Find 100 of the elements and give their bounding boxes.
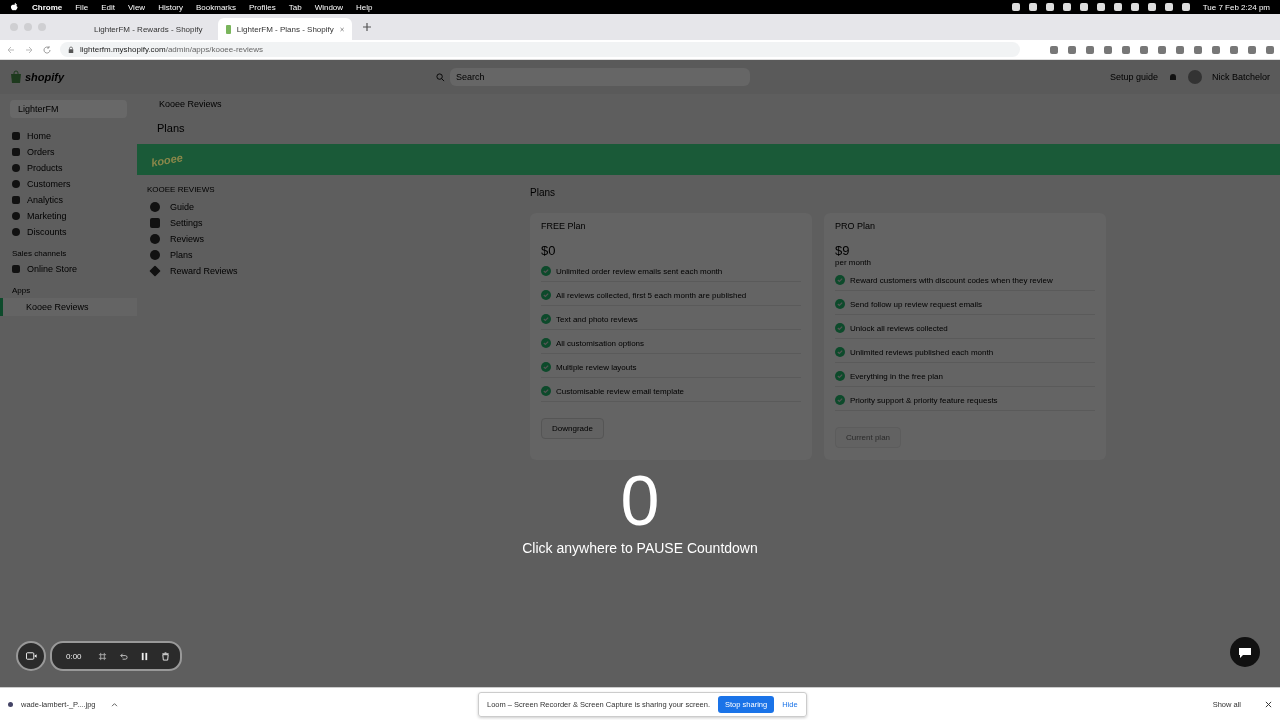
section-heading: Apps xyxy=(11,285,32,297)
menu-item[interactable]: History xyxy=(158,2,183,12)
sidebar-item[interactable]: Orders xyxy=(27,147,55,157)
feature-text: Send follow up review request emails xyxy=(850,299,983,309)
bell-icon[interactable] xyxy=(1167,72,1178,82)
extension-icon[interactable] xyxy=(1050,45,1058,54)
shopping-bag-icon xyxy=(10,70,22,84)
app-nav-item[interactable]: Settings xyxy=(170,218,203,228)
menu-item[interactable]: Edit xyxy=(101,2,115,12)
extension-icon[interactable] xyxy=(1248,45,1256,54)
store-selector[interactable]: LighterFM xyxy=(10,100,127,118)
feature-text: Unlock all reviews collected xyxy=(850,323,948,333)
check-icon xyxy=(835,299,845,309)
check-icon xyxy=(835,275,845,285)
sidebar-item[interactable]: Marketing xyxy=(27,211,67,221)
extension-icon[interactable] xyxy=(1212,45,1220,54)
trash-icon[interactable] xyxy=(160,651,170,661)
breadcrumb[interactable]: Kooee Reviews xyxy=(137,94,1280,114)
nav-icon xyxy=(149,265,161,277)
new-tab-icon[interactable] xyxy=(362,22,372,32)
plan-button[interactable]: Downgrade xyxy=(541,418,604,439)
extension-icon[interactable] xyxy=(1140,45,1148,54)
extension-icon[interactable] xyxy=(1158,45,1166,54)
extension-icon[interactable] xyxy=(1230,45,1238,54)
app-nav-item[interactable]: Reward Reviews xyxy=(170,266,238,276)
sidebar-item[interactable]: Home xyxy=(27,131,51,141)
camera-button[interactable] xyxy=(16,641,46,671)
browser-tab[interactable]: LighterFM - Plans - Shopify xyxy=(218,18,352,40)
app-nav-item[interactable]: Reviews xyxy=(170,234,204,244)
extension-icon[interactable] xyxy=(1086,45,1094,54)
extension-icon[interactable] xyxy=(1068,45,1076,54)
menu-item[interactable]: Profiles xyxy=(249,2,276,12)
extension-icon[interactable] xyxy=(1104,45,1112,54)
menu-clock: Tue 7 Feb 2:24 pm xyxy=(1202,2,1270,12)
search-field[interactable]: Search xyxy=(450,68,750,86)
price-period: per month xyxy=(835,258,873,267)
check-icon xyxy=(541,386,551,396)
feature-text: Text and photo reviews xyxy=(556,314,638,324)
plan-price: $0 xyxy=(541,243,557,258)
setup-guide-link[interactable]: Setup guide xyxy=(1109,72,1158,82)
plan-name: PRO Plan xyxy=(835,221,877,231)
menu-item[interactable]: Window xyxy=(314,2,344,12)
user-name[interactable]: Nick Batchelor xyxy=(1211,72,1270,82)
section-heading: Sales channels xyxy=(11,248,68,260)
grid-icon[interactable] xyxy=(97,651,107,661)
check-icon xyxy=(835,371,845,381)
extension-icon[interactable] xyxy=(1122,45,1130,54)
countdown-number: 0 xyxy=(620,466,660,536)
pause-icon[interactable] xyxy=(139,651,149,661)
search-icon xyxy=(436,72,445,82)
feature-text: Multiple review layouts xyxy=(556,362,637,372)
timer-text: 0:00 xyxy=(66,651,82,661)
feature-text: Priority support & priority feature requests xyxy=(850,395,998,405)
feature-text: Customisable review email template xyxy=(556,386,685,396)
extension-icon[interactable] xyxy=(1266,45,1274,54)
sidebar-item[interactable]: Analytics xyxy=(27,195,63,205)
app-nav-item[interactable]: Plans xyxy=(170,250,193,260)
store-icon xyxy=(12,265,20,273)
menu-item[interactable]: View xyxy=(127,2,146,12)
feature-text: All reviews collected, first 5 each month are published xyxy=(556,290,747,300)
menu-item[interactable]: File xyxy=(75,2,89,12)
menu-item[interactable]: Tab xyxy=(288,2,302,12)
banner-logo: kooee xyxy=(150,150,184,169)
check-icon xyxy=(541,266,551,276)
file-icon xyxy=(8,701,13,707)
apple-icon[interactable] xyxy=(10,1,19,13)
menu-item[interactable]: Help xyxy=(356,2,373,12)
undo-icon[interactable] xyxy=(118,651,128,661)
countdown-hint[interactable]: Click anywhere to PAUSE Countdown xyxy=(522,540,758,556)
extension-icon[interactable] xyxy=(1176,45,1184,54)
caret-icon[interactable] xyxy=(111,701,119,707)
feature-text: Unlimited order review emails sent each month xyxy=(556,266,723,276)
menu-item[interactable]: Bookmarks xyxy=(196,2,237,12)
menu-app-name[interactable]: Chrome xyxy=(32,2,63,12)
feature-text: All customisation options xyxy=(556,338,645,348)
plan-name: FREE Plan xyxy=(541,221,587,231)
close-icon[interactable] xyxy=(1265,700,1272,708)
check-icon xyxy=(541,362,551,372)
check-icon xyxy=(541,338,551,348)
chat-bubble-icon[interactable] xyxy=(1230,637,1260,667)
sidebar-item[interactable]: Online Store xyxy=(27,264,78,274)
check-icon xyxy=(835,395,845,405)
app-nav-heading: KOOEE REVIEWS xyxy=(147,185,216,194)
address-field[interactable]: lighterfm.myshopify.com/admin/apps/kooee-reviews xyxy=(60,42,1020,57)
reload-icon[interactable] xyxy=(42,44,52,55)
app-nav-item[interactable]: Guide xyxy=(170,202,195,212)
sidebar-item[interactable]: Customers xyxy=(27,179,71,189)
section-title: Plans xyxy=(530,187,556,198)
feature-text: Reward customers with discount codes when they review xyxy=(850,275,1053,285)
sidebar-item[interactable]: Products xyxy=(27,163,63,173)
extension-icon[interactable] xyxy=(1194,45,1202,54)
logo-wordmark: shopify xyxy=(25,71,65,83)
check-icon xyxy=(541,290,551,300)
sidebar-item[interactable]: Kooee Reviews xyxy=(0,298,137,316)
plan-price: $9 xyxy=(835,243,851,258)
check-icon xyxy=(541,314,551,324)
check-icon xyxy=(835,323,845,333)
browser-tab[interactable]: LighterFM - Rewards - Shopify xyxy=(80,18,214,40)
sidebar-item[interactable]: Discounts xyxy=(27,227,67,237)
feature-text: Unlimited reviews published each month xyxy=(850,347,994,357)
